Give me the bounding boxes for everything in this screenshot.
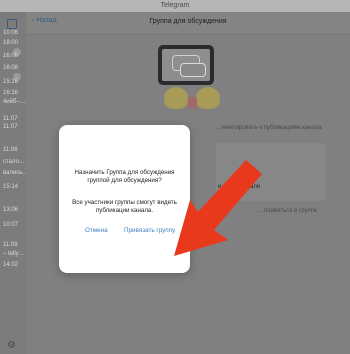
sidebar-row-time: 16:16 [3, 90, 19, 96]
arrow-shape [174, 160, 262, 256]
page-title: Группа для обсуждения [149, 18, 227, 25]
duck-sticker-left [164, 87, 188, 109]
sidebar-row-time: 16:08 [3, 65, 19, 71]
sidebar-row-time: – telly… [3, 251, 25, 257]
sidebar-row-time: 11:07 [3, 116, 18, 122]
sidebar-row-time: 11:06 [3, 147, 18, 153]
sidebar-row-time: 16:08 [3, 53, 19, 59]
sidebar-row-time: 14:02 [3, 262, 19, 268]
phone-screen [162, 49, 210, 81]
hint-text: …ментировать к публикациям канала [216, 125, 322, 131]
sidebar-row-time: 10:06 [3, 30, 19, 36]
popcorn-icon [188, 97, 197, 109]
cancel-button[interactable]: Отмена [85, 227, 108, 234]
sidebar-row-time: вались… [3, 170, 29, 176]
sidebar-row-time: 13:06 [3, 207, 19, 213]
chat-header: ‹ Назад Группа для обсуждения [26, 12, 350, 35]
window-title: Telegram [160, 2, 190, 9]
sidebar-row-time: 4ийб–… [3, 99, 26, 105]
phone-illustration [158, 45, 214, 85]
sidebar-row-time: 15:16 [3, 79, 19, 85]
sidebar-row-time: 10:07 [3, 222, 19, 228]
sidebar-row-time: стало… [3, 159, 25, 165]
window-title-bar: Telegram [0, 0, 350, 12]
sidebar-row-time: 18:00 [3, 40, 19, 46]
sidebar-row-time: 11:07 [3, 124, 18, 130]
duck-sticker-right [196, 87, 220, 109]
sidebar-row-time: 15:14 [3, 184, 19, 190]
red-arrow-annotation [174, 160, 262, 256]
chat-list-sidebar[interactable]: 10:06 18:00 16:08 16:08 15:16 16:16 4ийб–… 11:0… [0, 12, 29, 354]
chat-bubble-icon [180, 63, 206, 77]
sidebar-row-time: 11:08 [3, 242, 18, 248]
settings-icon[interactable]: ⚙ [7, 340, 16, 351]
compose-icon[interactable] [7, 19, 17, 29]
